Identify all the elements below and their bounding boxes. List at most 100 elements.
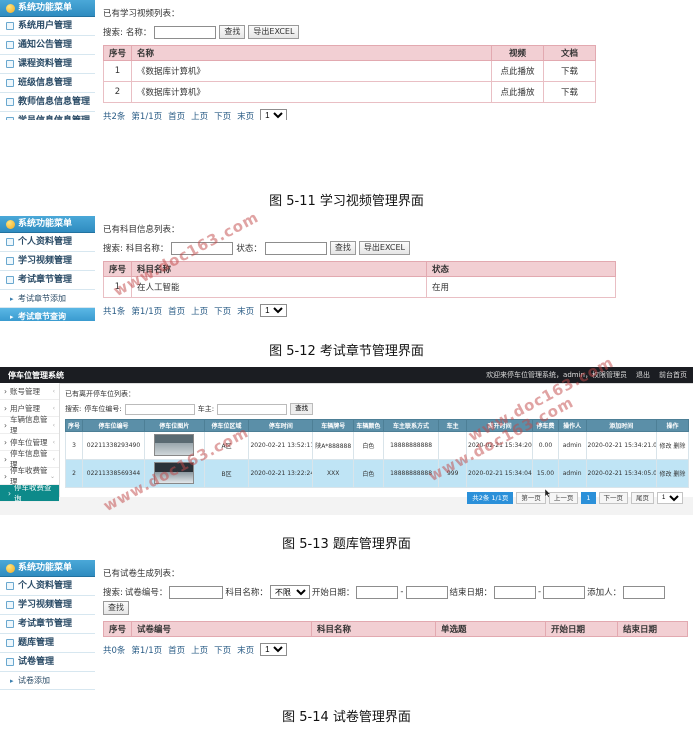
- pager-next[interactable]: 下一页: [598, 492, 628, 504]
- sidebar-item-exam-chapter[interactable]: 考试章节管理: [0, 615, 95, 634]
- col-leave-time: 离开时间: [466, 419, 534, 432]
- name-input[interactable]: [154, 25, 217, 39]
- table-row: 2 《数据库计算机》 点此播放 下载: [102, 81, 596, 103]
- pager-first[interactable]: 第一页: [516, 492, 546, 504]
- pager-prev[interactable]: 上页: [191, 110, 208, 121]
- sidebar-item-teacher-info[interactable]: 教师信息信息管理: [0, 93, 95, 112]
- end-date-input[interactable]: [494, 585, 537, 599]
- cell-actions[interactable]: 修改 删除: [655, 431, 690, 460]
- sidebar-item-student-info[interactable]: 学员信息信息管理: [0, 112, 95, 120]
- pager-first[interactable]: 首页: [168, 644, 185, 656]
- start-date-input-2[interactable]: [405, 585, 448, 599]
- chevron-right-icon: ›: [4, 471, 7, 481]
- adder-label: 添加人：: [587, 588, 622, 598]
- cell-video-play[interactable]: 点此播放: [491, 60, 544, 82]
- folder-icon: [6, 276, 14, 284]
- end-date-input-2[interactable]: [543, 585, 586, 599]
- start-date-input[interactable]: [356, 585, 399, 599]
- col-no: 序号: [64, 419, 84, 432]
- sidebar-item-vehicle-info[interactable]: › 车辆信息管理 ‹: [0, 415, 59, 435]
- pager-last[interactable]: 末页: [237, 305, 254, 317]
- chevron-right-icon: ›: [4, 454, 7, 464]
- col-subject: 科目名称: [131, 261, 428, 277]
- sidebar-header: 系统功能菜单: [0, 216, 95, 233]
- sidebar-item-class-info[interactable]: 班级信息管理: [0, 74, 95, 93]
- pager-first[interactable]: 首页: [168, 110, 185, 121]
- cell-phone: 18888888888: [382, 431, 440, 460]
- pager-select[interactable]: 1: [260, 109, 288, 120]
- sidebar-subitem-chapter-query[interactable]: 考试章节查询: [0, 308, 95, 321]
- sidebar-item-personal-info[interactable]: 个人资料管理: [0, 233, 95, 252]
- sidebar-item-account[interactable]: › 账号管理 ‹: [0, 383, 59, 400]
- pager-next[interactable]: 下页: [214, 110, 231, 121]
- pager-first[interactable]: 首页: [168, 305, 185, 317]
- sidebar-item-course-material[interactable]: 课程资料管理: [0, 55, 95, 74]
- sidebar-item-learning-video[interactable]: 学习视频管理: [0, 252, 95, 271]
- cell-doc-download[interactable]: 下载: [543, 81, 596, 103]
- cell-add-time: 2020-02-21 15:34:21.0: [585, 431, 657, 460]
- sidebar-item-question-bank[interactable]: 题库管理: [0, 634, 95, 653]
- export-excel-button[interactable]: 导出EXCEL: [358, 241, 410, 255]
- pager-next[interactable]: 下页: [214, 305, 231, 317]
- sidebar-item-parking-fee-query[interactable]: › 停车收费查询: [0, 483, 59, 503]
- pager-prev[interactable]: 上页: [191, 644, 208, 656]
- paper-no-input[interactable]: [169, 585, 224, 599]
- sidebar-item-personal-info[interactable]: 个人资料管理: [0, 577, 95, 596]
- sidebar-item-notice[interactable]: 通知公告管理: [0, 36, 95, 55]
- subject-select[interactable]: 不限: [269, 585, 310, 599]
- col-doc: 文档: [543, 45, 596, 61]
- parking-list-title: 已有离开停车位列表：: [64, 390, 135, 398]
- app-header-right: 欢迎来停车位管理系统，admin，权限管理员 退出 前台首页: [486, 370, 687, 380]
- pager-last[interactable]: 末页: [237, 110, 254, 121]
- logout-link[interactable]: 退出: [636, 370, 650, 380]
- owner-input[interactable]: [217, 403, 288, 415]
- pager-last[interactable]: 末页: [237, 644, 254, 656]
- cell-leave-time: 2020-02-21 15:34:04: [466, 459, 534, 488]
- pager-select[interactable]: 1: [657, 492, 683, 504]
- parking-photo-thumbnail[interactable]: [154, 433, 195, 456]
- cell-lot-photo[interactable]: [143, 431, 205, 460]
- parking-photo-thumbnail[interactable]: [154, 461, 195, 484]
- find-button[interactable]: 查找: [103, 601, 129, 615]
- pager-next[interactable]: 下页: [214, 644, 231, 656]
- cell-owner: [438, 431, 468, 460]
- find-button[interactable]: 查找: [290, 403, 314, 415]
- sidebar-subitem-paper-add[interactable]: 试卷添加: [0, 672, 95, 690]
- status-input[interactable]: [264, 241, 327, 255]
- home-link[interactable]: 前台首页: [659, 370, 687, 380]
- panel4-pager: 共0条 第1/1页 首页 上页 下页 末页 1: [103, 643, 689, 656]
- exam-paper-panel: 系统功能菜单 个人资料管理 学习视频管理 考试章节管理 题库管理 试卷管理 试卷…: [0, 560, 693, 692]
- pager-select[interactable]: 1: [260, 643, 288, 656]
- sidebar-item-exam-paper[interactable]: 试卷管理: [0, 653, 95, 672]
- parking-searchbar: 搜索: 停车位编号: 车主: 查找: [65, 403, 689, 415]
- cell-lot-photo[interactable]: [143, 459, 205, 488]
- sidebar-subitem-chapter-add[interactable]: 考试章节添加: [0, 290, 95, 308]
- sidebar-item-exam-chapter[interactable]: 考试章节管理: [0, 271, 95, 290]
- cell-fee: 0.00: [532, 431, 559, 460]
- sidebar-item-system-user[interactable]: 系统用户管理: [0, 17, 95, 36]
- cell-doc-download[interactable]: 下载: [543, 60, 596, 82]
- cell-no: 2: [64, 459, 84, 488]
- adder-input[interactable]: [623, 585, 666, 599]
- find-button[interactable]: 查找: [329, 241, 356, 255]
- pager-prev[interactable]: 上一页: [548, 492, 579, 504]
- pager-prev[interactable]: 上页: [191, 305, 208, 317]
- cell-video-play[interactable]: 点此播放: [491, 81, 544, 103]
- pager-last[interactable]: 尾页: [631, 492, 654, 504]
- paper-no-label: 试卷编号：: [124, 588, 168, 598]
- panel4-title: 已有试卷生成列表：: [103, 569, 180, 579]
- table-row: 2 02211338569344 B区 2020-02-21 13:22:24 …: [64, 459, 690, 488]
- col-phone: 车主联系方式: [382, 419, 440, 432]
- pager-page: 第1/1页: [131, 111, 163, 121]
- export-excel-button[interactable]: 导出EXCEL: [248, 25, 300, 39]
- cell-actions[interactable]: 修改 删除: [655, 459, 690, 488]
- cell-area: B区: [203, 459, 250, 488]
- cell-no: 3: [64, 431, 84, 460]
- parking-system-panel: 停车位管理系统 欢迎来停车位管理系统，admin，权限管理员 退出 前台首页 ›…: [0, 367, 693, 515]
- pager-current[interactable]: 1: [581, 492, 596, 504]
- pager-select[interactable]: 1: [260, 304, 288, 317]
- lot-input[interactable]: [124, 403, 195, 415]
- subject-input[interactable]: [171, 241, 234, 255]
- sidebar-item-learning-video[interactable]: 学习视频管理: [0, 596, 95, 615]
- find-button[interactable]: 查找: [219, 25, 246, 39]
